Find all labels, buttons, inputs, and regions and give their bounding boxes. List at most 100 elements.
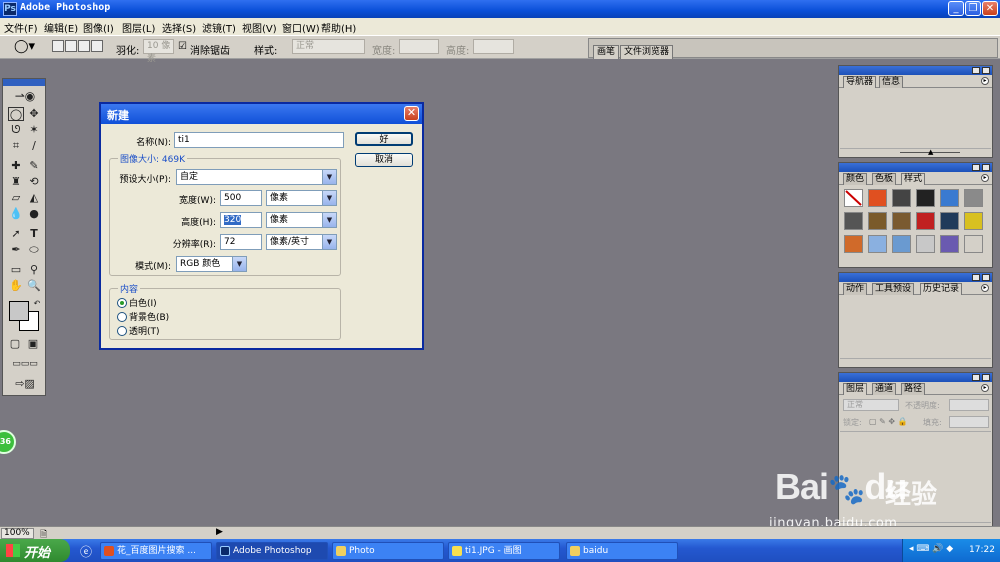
- palette-menu-arrow-icon[interactable]: ▸: [981, 384, 989, 392]
- height-unit-select[interactable]: 像素 ▼: [266, 212, 337, 228]
- tab-history[interactable]: 历史记录: [920, 283, 963, 295]
- tab-actions[interactable]: 动作: [843, 283, 868, 295]
- lock-icons[interactable]: ▢ ✎ ✥ 🔒: [869, 417, 908, 426]
- dialog-close-icon[interactable]: ✕: [404, 106, 419, 121]
- menu-view[interactable]: 视图(V): [242, 20, 277, 35]
- palette-menu-arrow-icon[interactable]: ▸: [981, 174, 989, 182]
- blur-tool-icon[interactable]: 💧: [8, 207, 24, 221]
- close-icon[interactable]: [982, 67, 990, 74]
- quick-launch-ie-icon[interactable]: ⓔ: [80, 543, 92, 560]
- tray-icons[interactable]: ◂ ⌨ 🔊 ◆: [909, 544, 953, 554]
- task-paint[interactable]: ti1.JPG - 画图: [448, 542, 560, 560]
- close-icon[interactable]: [982, 374, 990, 381]
- status-menu-arrow-icon[interactable]: ▶: [216, 527, 223, 537]
- width-input[interactable]: [399, 39, 439, 54]
- tab-info[interactable]: 信息: [879, 76, 904, 88]
- resolution-input[interactable]: 72: [220, 234, 262, 250]
- menu-image[interactable]: 图像(I): [83, 20, 114, 35]
- tab-color[interactable]: 颜色: [843, 173, 868, 185]
- menu-filter[interactable]: 滤镜(T): [202, 20, 236, 35]
- history-brush-tool-icon[interactable]: ⟲: [26, 175, 42, 189]
- task-baidu-folder[interactable]: baidu: [566, 542, 678, 560]
- start-button[interactable]: 开始: [0, 539, 70, 562]
- navigator-zoom-slider[interactable]: ▲: [840, 148, 991, 157]
- zoom-tool-icon[interactable]: 🔍: [26, 279, 42, 293]
- healing-brush-tool-icon[interactable]: ✚: [8, 159, 24, 173]
- task-photo-folder[interactable]: Photo: [332, 542, 444, 560]
- style-swatch[interactable]: [868, 235, 887, 253]
- minimize-icon[interactable]: [972, 374, 980, 381]
- style-swatch[interactable]: [892, 212, 911, 230]
- new-selection-icon[interactable]: [52, 40, 64, 52]
- tab-file-browser[interactable]: 文件浏览器: [620, 45, 674, 59]
- shape-tool-icon[interactable]: ⬭: [26, 243, 42, 257]
- marquee-tool-icon[interactable]: ◯: [8, 107, 24, 121]
- cancel-button[interactable]: 取消: [355, 153, 413, 167]
- blend-mode-select[interactable]: 正常: [843, 399, 899, 411]
- mode-select[interactable]: RGB 颜色 ▼: [176, 256, 247, 272]
- height-input[interactable]: 320: [220, 212, 262, 228]
- feather-input[interactable]: 10 像素: [143, 39, 174, 64]
- intersect-selection-icon[interactable]: [91, 40, 103, 52]
- tool-palette-header[interactable]: [3, 79, 45, 86]
- tab-channels[interactable]: 通道: [872, 383, 897, 395]
- standard-mode-icon[interactable]: ▢: [7, 337, 23, 351]
- restore-button[interactable]: ❐: [965, 1, 981, 16]
- add-selection-icon[interactable]: [65, 40, 77, 52]
- style-swatch[interactable]: [940, 235, 959, 253]
- contents-white-radio[interactable]: 白色(I): [117, 296, 157, 309]
- fill-input[interactable]: [949, 416, 989, 428]
- style-swatch[interactable]: [964, 189, 983, 207]
- brush-tool-icon[interactable]: ✎: [26, 159, 42, 173]
- style-swatch[interactable]: [940, 212, 959, 230]
- palette-titlebar[interactable]: [839, 163, 992, 172]
- eyedropper-tool-icon[interactable]: ⚲: [26, 263, 42, 277]
- contents-background-radio[interactable]: 背景色(B): [117, 310, 169, 323]
- pen-tool-icon[interactable]: ✒: [8, 243, 24, 257]
- dialog-titlebar[interactable]: 新建 ✕: [101, 104, 422, 124]
- menu-window[interactable]: 窗口(W): [282, 20, 320, 35]
- close-button[interactable]: ✕: [982, 1, 998, 16]
- subtract-selection-icon[interactable]: [78, 40, 90, 52]
- palette-titlebar[interactable]: [839, 66, 992, 75]
- palette-titlebar[interactable]: [839, 273, 992, 282]
- style-swatch[interactable]: [868, 212, 887, 230]
- style-swatch[interactable]: [916, 235, 935, 253]
- contents-transparent-radio[interactable]: 透明(T): [117, 324, 160, 337]
- minimize-button[interactable]: _: [948, 1, 964, 16]
- tab-paths[interactable]: 路径: [901, 383, 926, 395]
- minimize-icon[interactable]: [972, 164, 980, 171]
- opacity-input[interactable]: [949, 399, 989, 411]
- menu-layer[interactable]: 图层(L): [122, 20, 155, 35]
- slice-tool-icon[interactable]: ∕: [26, 139, 42, 153]
- resolution-unit-select[interactable]: 像素/英寸 ▼: [266, 234, 337, 250]
- close-icon[interactable]: [982, 164, 990, 171]
- tab-layers[interactable]: 图层: [843, 383, 868, 395]
- palette-menu-arrow-icon[interactable]: ▸: [981, 77, 989, 85]
- style-swatch[interactable]: [964, 235, 983, 253]
- zoom-level-field[interactable]: 100%: [1, 528, 34, 539]
- style-swatch[interactable]: [916, 189, 935, 207]
- antialias-checkbox[interactable]: ☑: [178, 41, 187, 52]
- crop-tool-icon[interactable]: ⌗: [8, 139, 24, 153]
- style-swatch[interactable]: [892, 189, 911, 207]
- paint-bucket-tool-icon[interactable]: ◭: [26, 191, 42, 205]
- style-swatch[interactable]: [844, 189, 863, 207]
- notes-tool-icon[interactable]: ▭: [8, 263, 24, 277]
- tab-brushes[interactable]: 画笔: [593, 45, 620, 59]
- menu-select[interactable]: 选择(S): [162, 20, 196, 35]
- minimize-icon[interactable]: [972, 274, 980, 281]
- menu-help[interactable]: 帮助(H): [321, 20, 356, 35]
- style-swatch[interactable]: [916, 212, 935, 230]
- preset-select[interactable]: 自定 ▼: [176, 169, 337, 185]
- task-baidu-image-search[interactable]: 花_百度图片搜索 ...: [100, 542, 212, 560]
- menu-edit[interactable]: 编辑(E): [44, 20, 78, 35]
- quick-mask-mode-icon[interactable]: ▣: [25, 337, 41, 351]
- move-tool-icon[interactable]: ✥: [26, 107, 42, 121]
- width-unit-select[interactable]: 像素 ▼: [266, 190, 337, 206]
- style-swatch[interactable]: [940, 189, 959, 207]
- width-input[interactable]: 500: [220, 190, 262, 206]
- foreground-color-swatch-top[interactable]: [9, 301, 29, 321]
- palette-menu-arrow-icon[interactable]: ▸: [981, 284, 989, 292]
- minimize-icon[interactable]: [972, 67, 980, 74]
